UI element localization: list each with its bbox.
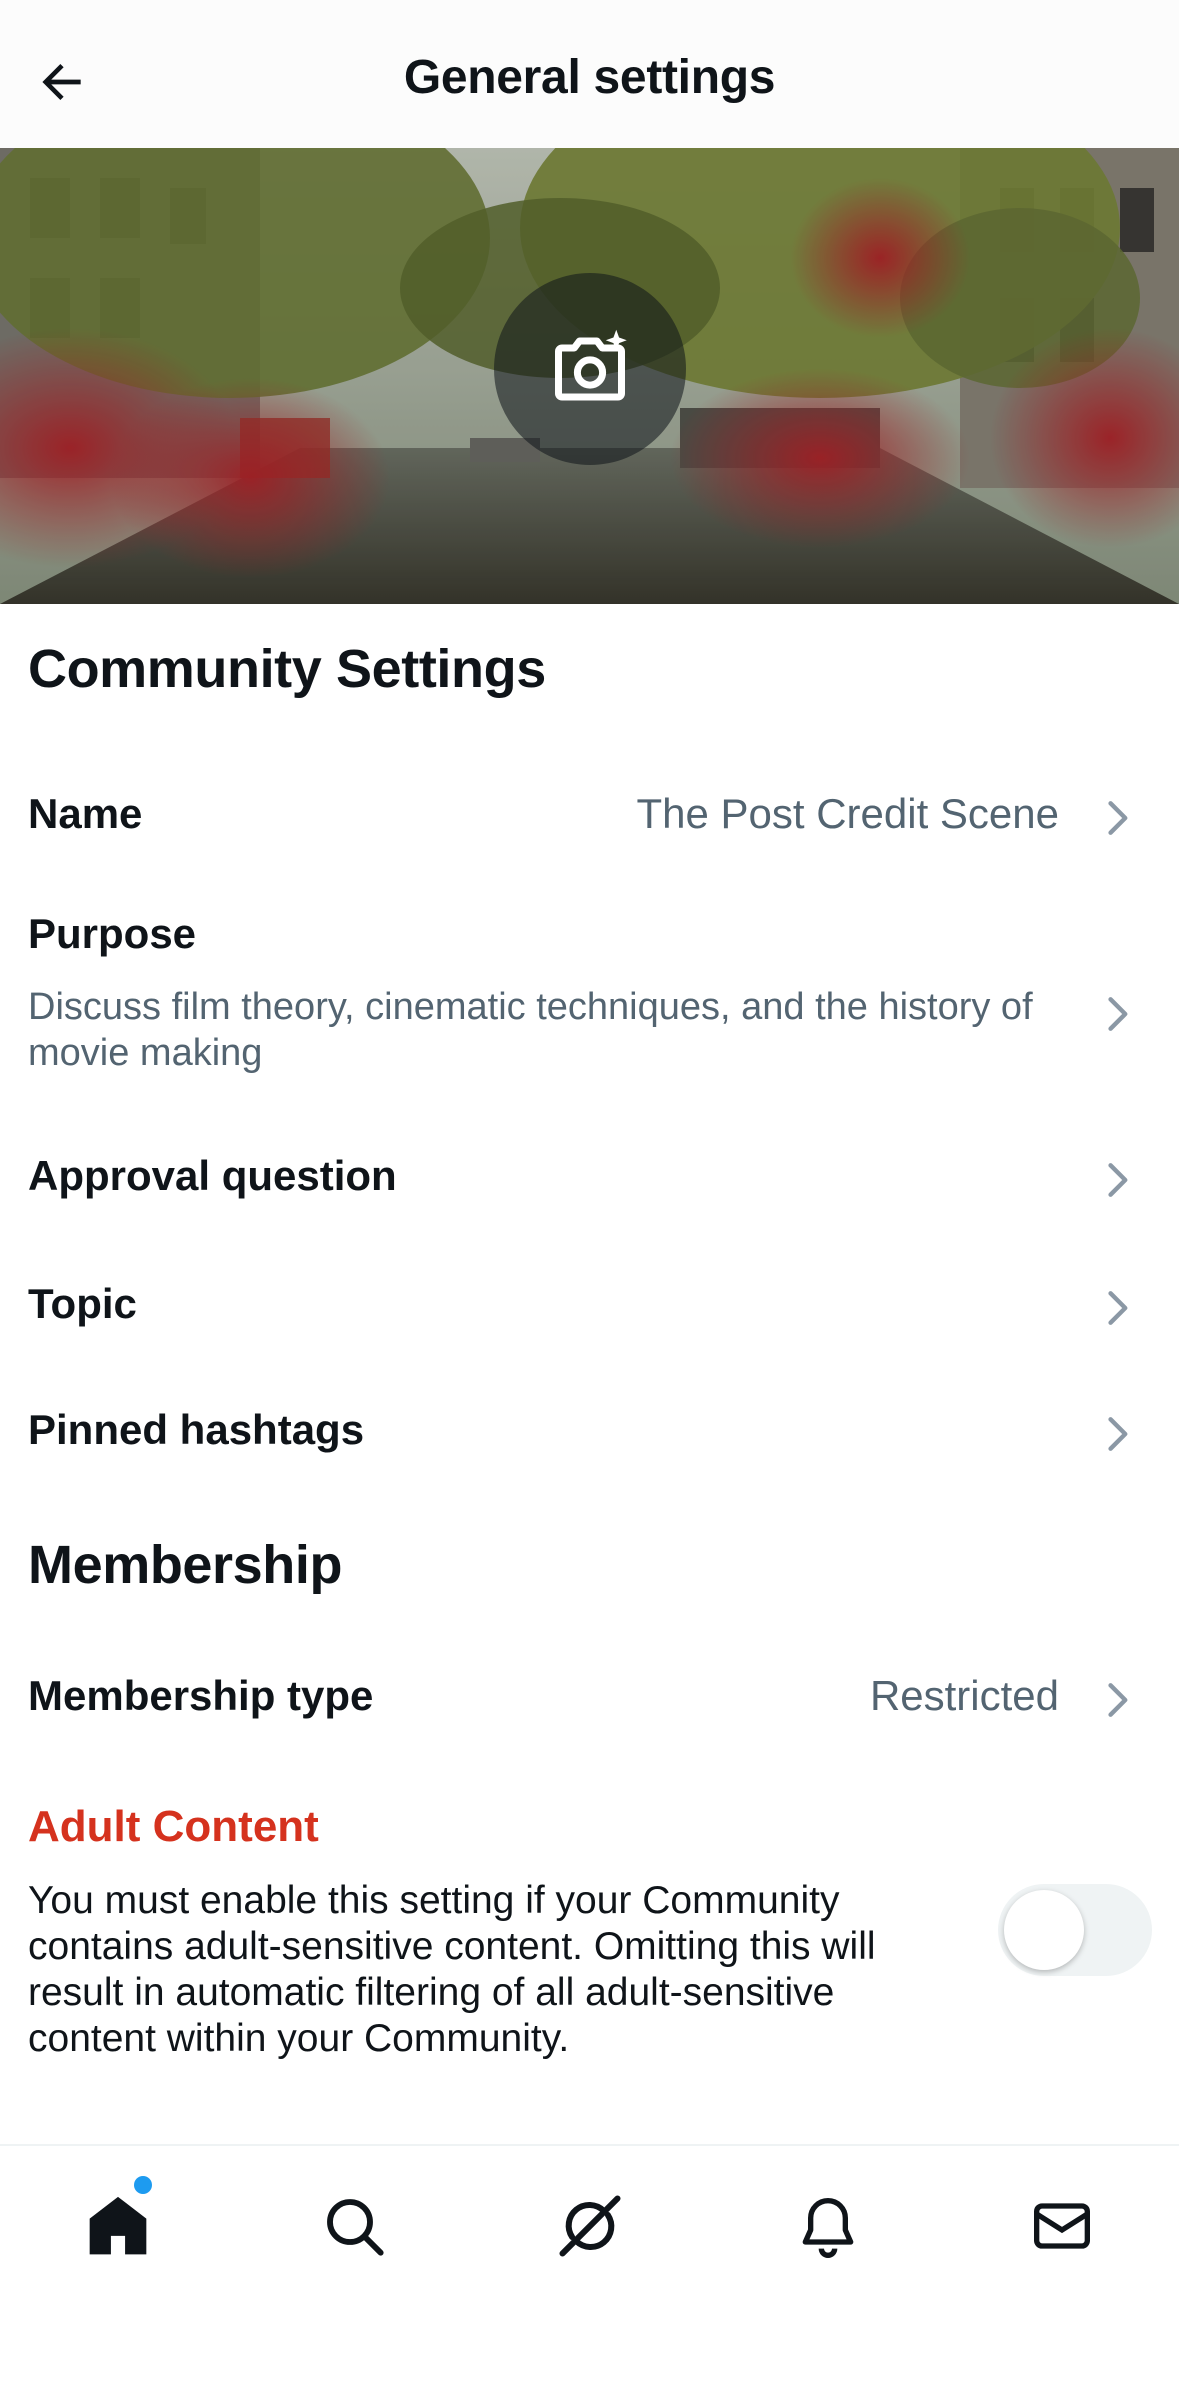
community-banner[interactable] xyxy=(0,148,1179,604)
search-icon xyxy=(327,2199,384,2256)
toggle-knob xyxy=(1004,1890,1084,1970)
bell-icon xyxy=(802,2198,854,2258)
community-settings-heading: Community Settings xyxy=(28,639,546,699)
chevron-right-icon xyxy=(1108,801,1128,835)
chevron-right-icon xyxy=(1108,1683,1128,1717)
topic-row[interactable]: Topic xyxy=(0,1258,1179,1354)
name-value: The Post Credit Scene xyxy=(636,790,1059,837)
tab-messages[interactable] xyxy=(1012,2176,1112,2276)
chevron-right-icon xyxy=(1108,1163,1128,1197)
name-row[interactable]: Name The Post Credit Scene xyxy=(0,770,1179,862)
page-title: General settings xyxy=(403,51,776,104)
approval-question-label: Approval question xyxy=(28,1152,397,1199)
purpose-value: Discuss film theory, cinematic technique… xyxy=(28,986,1033,1074)
grok-icon xyxy=(559,2195,621,2257)
adult-content-heading: Adult Content xyxy=(28,1802,319,1851)
top-bar: General settings xyxy=(0,0,1179,148)
tab-search[interactable] xyxy=(304,2176,404,2276)
home-icon xyxy=(89,2196,147,2255)
topic-label: Topic xyxy=(28,1280,137,1327)
membership-heading: Membership xyxy=(28,1535,343,1595)
chevron-right-icon xyxy=(1108,1417,1128,1451)
mail-icon xyxy=(1034,2203,1090,2249)
adult-content-toggle[interactable] xyxy=(998,1884,1152,1976)
membership-type-value: Restricted xyxy=(869,1672,1059,1719)
approval-question-row[interactable]: Approval question xyxy=(0,1130,1179,1226)
pinned-hashtags-row[interactable]: Pinned hashtags xyxy=(0,1384,1179,1480)
chevron-right-icon xyxy=(1108,997,1128,1031)
purpose-row[interactable]: Purpose Discuss film theory, cinematic t… xyxy=(0,896,1179,1096)
camera-plus-icon xyxy=(555,329,627,401)
chevron-right-icon xyxy=(1108,1291,1128,1325)
pinned-hashtags-label: Pinned hashtags xyxy=(28,1406,365,1453)
membership-type-label: Membership type xyxy=(28,1672,374,1719)
bottom-tab-bar xyxy=(0,2144,1179,2398)
tab-grok[interactable] xyxy=(540,2176,640,2276)
purpose-label: Purpose xyxy=(28,910,197,957)
membership-type-row[interactable]: Membership type Restricted xyxy=(0,1650,1179,1746)
change-banner-button[interactable] xyxy=(494,273,686,465)
tab-home[interactable] xyxy=(68,2176,168,2276)
name-label: Name xyxy=(28,790,143,837)
tab-notifications[interactable] xyxy=(778,2176,878,2276)
adult-content-description: You must enable this setting if your Com… xyxy=(28,1879,876,2060)
home-notification-dot xyxy=(134,2176,152,2194)
